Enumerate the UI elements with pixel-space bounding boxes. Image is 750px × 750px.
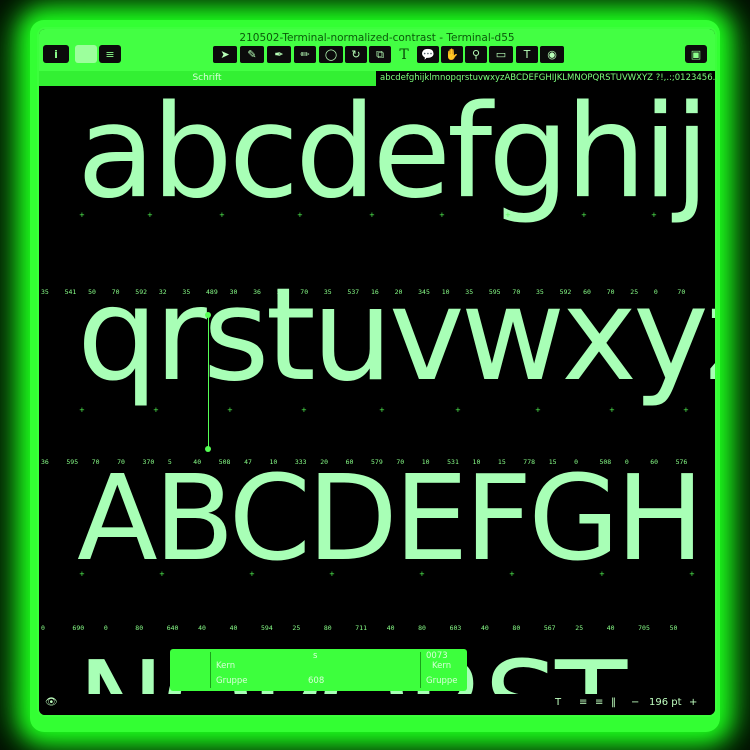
group-right-label[interactable]: Gruppe [426,676,458,686]
scale-tool[interactable]: ⧉ [369,46,391,63]
glyph-canvas[interactable]: abcdefghij + + + + + + + + + 35 541 50 70 592 32 35 4… [39,86,715,694]
metric-value[interactable]: 35 [41,288,49,296]
text-tool-icon: T [399,46,409,63]
font-size-display[interactable]: 196 pt [649,697,682,708]
tab-font[interactable]: Schrift [39,71,375,86]
sidebar-icon: ▣ [690,47,702,61]
speech-bubble-icon: 💬 [421,48,435,61]
window-title: 210502-Terminal-normalized-contrast - Te… [239,32,515,44]
metric-value[interactable]: 0 [41,624,45,632]
kern-left-label[interactable]: Kern [216,661,235,671]
list-view-button[interactable]: ≡ [99,45,121,63]
metric-value[interactable]: 690 [72,624,84,632]
eraser-icon: ✎ [247,48,257,61]
kern-right-label[interactable]: Kern [432,661,451,671]
metric-value[interactable]: 40 [481,624,489,632]
glyph-line-1: abcdefghij [77,86,710,227]
metric-value[interactable]: 50 [670,624,678,632]
metric-value[interactable]: 40 [198,624,206,632]
metric-value[interactable]: 80 [324,624,332,632]
tab-edit-text[interactable]: abcdefghijklmnopqrstuvwxyzABCDEFGHIJKLMN… [376,71,715,86]
info-separator [210,652,211,688]
info-button[interactable]: i [43,45,69,63]
metric-value[interactable]: 711 [355,624,367,632]
baseline-ticks-2: + + + + + + + + + [79,406,689,414]
zoom-in-button[interactable]: + [689,697,697,708]
pen-tool[interactable]: ✒ [267,46,291,63]
zoom-out-button[interactable]: − [631,697,639,708]
metric-value[interactable]: 594 [261,624,273,632]
metric-value[interactable]: 80 [512,624,520,632]
info-icon: i [54,47,58,61]
magnifier-icon: ⚲ [471,48,481,61]
tt-tool[interactable]: T [516,46,538,63]
metric-value[interactable]: 25 [575,624,583,632]
shape-tool[interactable]: ◯ [319,46,343,63]
pencil-tool[interactable]: ✏ [294,46,316,63]
baseline-ticks-3: + + + + + + + + [79,570,695,578]
columns-icon[interactable]: ‖ [611,697,616,708]
bottom-bar: 👁 T ≡ ≡ ‖ − 196 pt + [39,694,715,715]
eye-icon[interactable]: 👁 [45,697,58,708]
zoom-tool[interactable]: ⚲ [465,46,487,63]
cursor-handle-top[interactable] [205,312,211,318]
tab-row: Schrift abcdefghijklmnopqrstuvwxyzABCDEF… [39,71,715,86]
pointer-icon: ➤ [220,48,230,61]
glyph-info-panel: Kern Gruppe s 608 0073 Kern Gruppe [170,649,467,691]
text-cursor[interactable] [208,314,209,450]
pointer-tool[interactable]: ➤ [213,46,237,63]
group-left-label[interactable]: Gruppe [216,676,248,686]
metric-value[interactable]: 80 [135,624,143,632]
annotate-icon: ◉ [547,48,557,61]
eraser-tool[interactable]: ✎ [240,46,264,63]
view-toggle-left[interactable] [75,45,97,63]
metric-value[interactable]: 603 [450,624,462,632]
rotate-icon: ↻ [351,48,361,61]
metric-value[interactable]: 0 [104,624,108,632]
glyph-width[interactable]: 608 [308,676,324,686]
comment-tool[interactable]: 💬 [417,46,439,63]
baseline-ticks-1: + + + + + + + + + [79,211,657,219]
text-tool[interactable]: T [393,46,415,63]
app-window: 210502-Terminal-normalized-contrast - Te… [37,27,717,717]
metric-value[interactable]: 40 [607,624,615,632]
scale-icon: ⧉ [376,47,384,61]
glyph-line-3: ABCDEFGH [77,449,704,587]
metric-value[interactable]: 705 [638,624,650,632]
metric-value[interactable]: 640 [167,624,179,632]
text-options-icon[interactable]: T [555,697,561,708]
align-right-icon[interactable]: ≡ [595,697,603,708]
pen-icon: ✒ [274,48,284,61]
rotate-tool[interactable]: ↻ [345,46,367,63]
pencil-icon: ✏ [300,48,310,61]
hand-icon: ✋ [445,48,459,61]
hand-tool[interactable]: ✋ [441,46,463,63]
measure-tool[interactable]: ▭ [489,46,513,63]
title-bar: 210502-Terminal-normalized-contrast - Te… [39,29,715,71]
info-separator [420,652,421,688]
annotate-tool[interactable]: ◉ [540,46,564,63]
list-icon: ≡ [105,47,115,61]
metric-value[interactable]: 36 [41,458,49,466]
metric-value[interactable]: 40 [230,624,238,632]
glyph-name: s [313,651,318,661]
metric-value[interactable]: 40 [387,624,395,632]
circle-icon: ◯ [324,48,338,61]
metric-value[interactable]: 541 [65,288,77,296]
glyph-line-2: qrstuvwxyz [77,261,715,410]
metric-value[interactable]: 25 [292,624,300,632]
tt-icon: T [523,48,531,61]
unicode-value: 0073 [426,651,448,661]
metric-value[interactable]: 80 [418,624,426,632]
measure-icon: ▭ [495,48,507,61]
metric-value[interactable]: 567 [544,624,556,632]
sidebar-toggle-button[interactable]: ▣ [685,45,707,63]
align-left-icon[interactable]: ≡ [579,697,587,708]
